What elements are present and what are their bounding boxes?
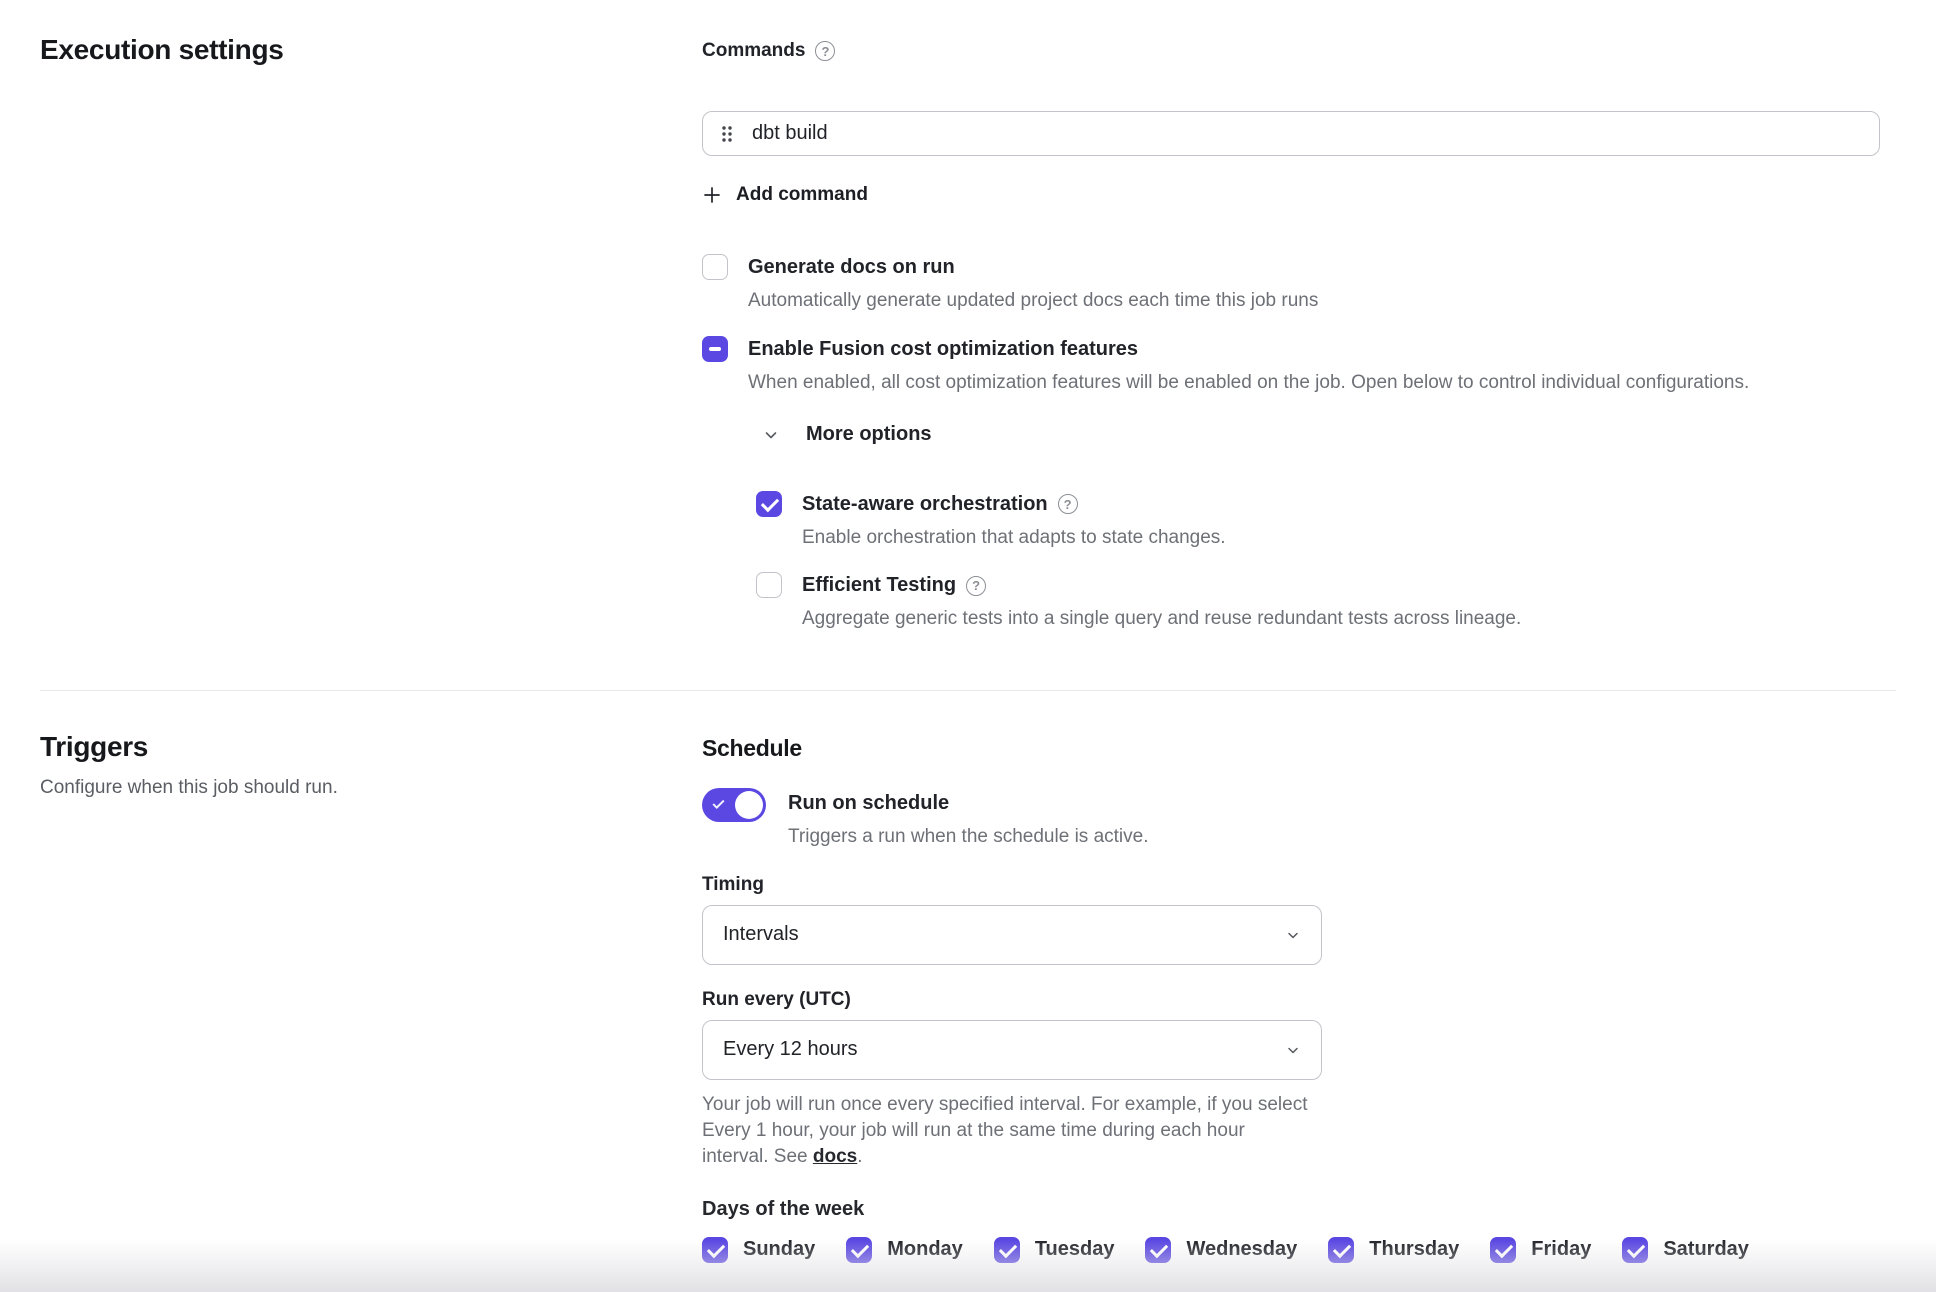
interval-help-suffix: . [857,1146,862,1167]
add-command-label: Add command [736,184,868,206]
chevron-down-icon [1285,927,1301,943]
wednesday-label: Wednesday [1186,1238,1297,1261]
timing-select[interactable]: Intervals [702,905,1322,965]
efficient-testing-help-icon[interactable] [966,576,986,596]
timing-label: Timing [702,874,1880,896]
execution-settings-title: Execution settings [40,34,702,66]
interval-help-text: Your job will run once every specified i… [702,1092,1314,1170]
add-command-button[interactable]: Add command [702,184,868,206]
saturday-label: Saturday [1663,1238,1749,1261]
plus-icon [702,185,722,205]
wednesday-checkbox[interactable] [1145,1237,1171,1263]
run-on-schedule-row: Run on schedule Triggers a run when the … [702,788,1880,850]
day-item-wednesday: Wednesday [1145,1237,1297,1263]
efficient-testing-label: Efficient Testing [802,574,956,597]
interval-help-intro: Your job will run once every specified i… [702,1094,1307,1167]
more-options-label: More options [806,423,932,446]
day-item-monday: Monday [846,1237,963,1263]
timing-value: Intervals [723,923,799,946]
fusion-option: Enable Fusion cost optimization features… [702,338,1880,396]
triggers-title: Triggers [40,731,702,763]
day-item-friday: Friday [1490,1237,1591,1263]
run-every-label: Run every (UTC) [702,989,1880,1011]
thursday-checkbox[interactable] [1328,1237,1354,1263]
state-aware-description: Enable orchestration that adapts to stat… [802,525,1226,551]
execution-settings-section: Execution settings Commands dbt build Ad… [0,0,1936,690]
saturday-checkbox[interactable] [1622,1237,1648,1263]
generate-docs-checkbox[interactable] [702,254,728,280]
fusion-checkbox[interactable] [702,336,728,362]
sunday-label: Sunday [743,1238,815,1261]
day-item-sunday: Sunday [702,1237,815,1263]
toggle-check-icon [712,797,724,809]
tuesday-checkbox[interactable] [994,1237,1020,1263]
docs-link[interactable]: docs [813,1146,857,1167]
friday-label: Friday [1531,1238,1591,1261]
run-on-schedule-description: Triggers a run when the schedule is acti… [788,824,1148,850]
monday-label: Monday [887,1238,963,1261]
fusion-label: Enable Fusion cost optimization features [748,338,1749,361]
generate-docs-description: Automatically generate updated project d… [748,288,1318,314]
efficient-testing-description: Aggregate generic tests into a single qu… [802,606,1521,632]
run-every-value: Every 12 hours [723,1038,858,1061]
thursday-label: Thursday [1369,1238,1459,1261]
efficient-testing-checkbox[interactable] [756,572,782,598]
tuesday-label: Tuesday [1035,1238,1115,1261]
triggers-subtitle: Configure when this job should run. [40,777,702,799]
sunday-checkbox[interactable] [702,1237,728,1263]
run-every-select[interactable]: Every 12 hours [702,1020,1322,1080]
drag-handle-icon[interactable] [720,124,734,144]
command-input[interactable]: dbt build [702,111,1880,156]
commands-help-icon[interactable] [815,41,835,61]
chevron-down-icon [762,426,780,444]
commands-label-row: Commands [702,40,1880,62]
chevron-down-icon [1285,1042,1301,1058]
generate-docs-option: Generate docs on run Automatically gener… [702,256,1880,314]
state-aware-option: State-aware orchestration Enable orchest… [756,493,1880,551]
state-aware-label: State-aware orchestration [802,493,1048,516]
state-aware-checkbox[interactable] [756,491,782,517]
schedule-title: Schedule [702,735,1880,762]
day-item-tuesday: Tuesday [994,1237,1115,1263]
state-aware-help-icon[interactable] [1058,494,1078,514]
fusion-description: When enabled, all cost optimization feat… [748,370,1749,396]
generate-docs-label: Generate docs on run [748,256,1318,279]
monday-checkbox[interactable] [846,1237,872,1263]
friday-checkbox[interactable] [1490,1237,1516,1263]
run-on-schedule-toggle[interactable] [702,788,766,822]
day-item-saturday: Saturday [1622,1237,1749,1263]
run-on-schedule-label: Run on schedule [788,788,1148,815]
triggers-section: Triggers Configure when this job should … [0,691,1936,1263]
day-item-thursday: Thursday [1328,1237,1459,1263]
more-options-toggle[interactable]: More options [762,423,932,446]
efficient-testing-option: Efficient Testing Aggregate generic test… [756,574,1880,632]
days-of-week-row: Sunday Monday Tuesday Wednesday Thursday… [702,1237,1880,1263]
command-value: dbt build [752,122,828,145]
days-of-week-label: Days of the week [702,1198,1880,1221]
toggle-knob [735,791,763,819]
commands-label: Commands [702,40,805,62]
